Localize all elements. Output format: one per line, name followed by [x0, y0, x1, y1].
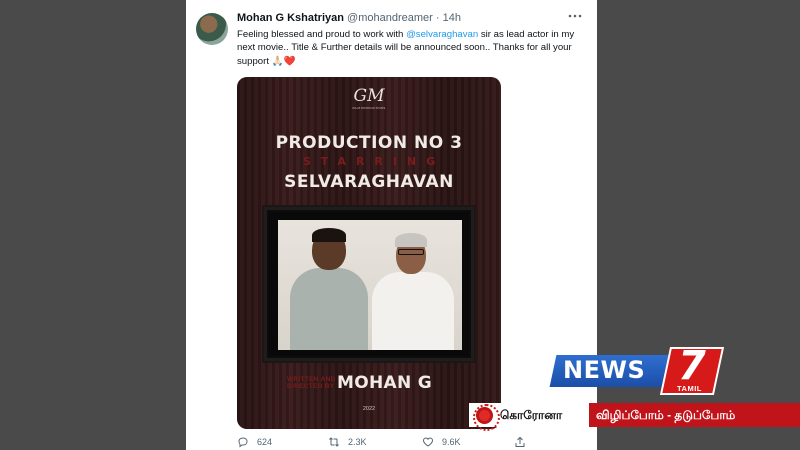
- cast-photo: [278, 220, 462, 350]
- channel-subtitle: TAMIL: [677, 384, 702, 393]
- tweet-text: Feeling blessed and proud to work with @…: [237, 28, 585, 68]
- person-left: [288, 228, 368, 350]
- poster-actor-name: SELVARAGHAVAN: [284, 172, 454, 192]
- channel-number: 7: [678, 343, 706, 389]
- retweet-count: 2.3K: [348, 437, 367, 447]
- avatar[interactable]: [196, 13, 228, 45]
- person-right: [368, 233, 458, 350]
- separator: ·: [435, 12, 440, 24]
- tweet-header: Mohan G Kshatriyan @mohandreamer · 14h: [237, 12, 461, 24]
- poster-starring: STARRING: [302, 155, 446, 168]
- ticker-text: விழிப்போம் - தடுப்போம்: [596, 408, 736, 422]
- credit-label: WRITTEN AND DIRECTED BY: [287, 375, 336, 391]
- reply-count: 624: [257, 437, 273, 447]
- author-name[interactable]: Mohan G Kshatriyan: [237, 12, 344, 24]
- ticker-tag: கொரோனா: [500, 408, 563, 422]
- poster-year: 2022: [362, 406, 376, 412]
- share-icon: [515, 436, 525, 447]
- tweet-time[interactable]: 14h: [443, 12, 461, 24]
- poster-credit: WRITTEN AND DIRECTED BY MOHAN G: [287, 373, 432, 393]
- tweet-card[interactable]: Mohan G Kshatriyan @mohandreamer · 14h F…: [186, 0, 597, 450]
- tweet-actions: 624 2.3K 9.6K: [237, 436, 577, 450]
- photo-frame: [262, 205, 476, 363]
- author-handle[interactable]: @mohandreamer: [347, 12, 433, 24]
- tweet-text-start: Feeling blessed and proud to work with: [237, 29, 407, 40]
- poster-production-title: PRODUCTION NO 3: [275, 133, 463, 153]
- share-button[interactable]: [514, 436, 526, 448]
- logo-mark: GM: [353, 86, 385, 106]
- reply-icon: [238, 437, 248, 448]
- heart-icon: [422, 437, 434, 447]
- like-count: 9.6K: [442, 437, 461, 447]
- reply-button[interactable]: 624: [237, 436, 272, 448]
- retweet-button[interactable]: 2.3K: [328, 436, 367, 448]
- director-name: MOHAN G: [337, 373, 432, 393]
- production-logo: GM FILM PRODUCTIONS: [349, 86, 389, 116]
- tweet-media-image[interactable]: GM FILM PRODUCTIONS PRODUCTION NO 3 STAR…: [237, 77, 501, 429]
- retweet-icon: [329, 437, 339, 447]
- channel-name: NEWS: [563, 356, 646, 384]
- logo-subtitle: FILM PRODUCTIONS: [352, 106, 386, 110]
- more-icon[interactable]: [568, 9, 582, 26]
- mention-link[interactable]: @selvaraghavan: [406, 29, 478, 40]
- like-button[interactable]: 9.6K: [422, 436, 461, 448]
- left-background: [0, 0, 186, 450]
